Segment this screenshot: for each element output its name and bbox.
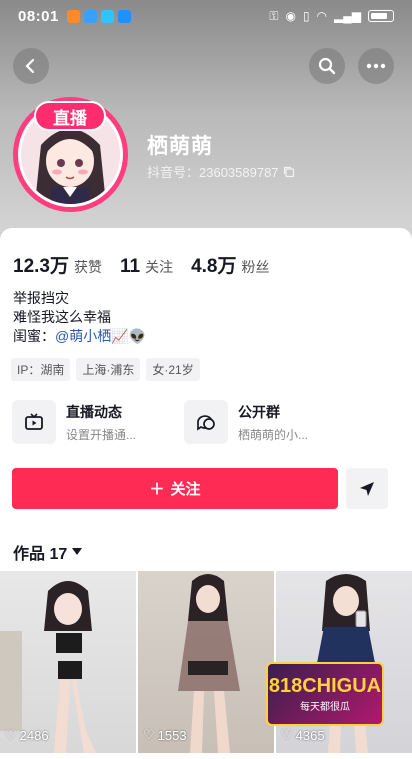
video-thumbnail[interactable]: ♡ 1553 xyxy=(138,571,274,753)
follow-button[interactable]: ＋ 关注 xyxy=(12,468,338,509)
app-notification-icon xyxy=(117,9,131,23)
bio-line: 举报挡灾 xyxy=(13,290,69,306)
tag-location: 上海·浦东 xyxy=(76,358,141,381)
battery-icon xyxy=(368,10,394,22)
signal-icon: ▂▄▆ xyxy=(334,9,361,23)
public-group-entry[interactable]: 公开群 栖萌萌的小... xyxy=(184,400,308,444)
video-thumbnail[interactable]: ♡ 2486 xyxy=(0,571,136,753)
stat-label: 获赞 xyxy=(73,259,102,275)
heart-icon: ♡ xyxy=(5,727,17,742)
group-chat-icon xyxy=(184,400,228,444)
douyin-id[interactable]: 抖音号：23603589787 xyxy=(147,162,295,181)
share-button[interactable] xyxy=(346,468,388,509)
chevron-left-icon xyxy=(25,58,35,74)
app-notification-icon xyxy=(83,9,97,23)
status-bar: 08:01 ⚿ ◉ ▯ ◠ ▂▄▆ xyxy=(0,0,412,32)
system-icons: ⚿ ◉ ▯ ◠ ▂▄▆ xyxy=(269,9,394,24)
bio-emoji: 📈👽 xyxy=(111,328,147,344)
video-cover-image xyxy=(0,581,96,753)
send-icon xyxy=(360,481,374,496)
watermark-brand: 818CHIGUA xyxy=(268,675,382,697)
watermark-tagline: 每天都很瓜 xyxy=(300,702,350,713)
bio-line: 闺蜜：@萌小栖📈👽 xyxy=(13,327,146,346)
app-notification-icon xyxy=(66,9,80,23)
stat-label: 粉丝 xyxy=(241,259,270,275)
more-button[interactable] xyxy=(358,48,394,84)
bio: 举报挡灾 难怪我这么幸福 闺蜜：@萌小栖📈👽 xyxy=(13,289,146,346)
stat-label: 关注 xyxy=(145,259,174,275)
stats-row: 12.3万 获赞 11 关注 4.8万 粉丝 xyxy=(13,251,288,278)
profile-tags: IP：湖南 上海·浦东 女·21岁 xyxy=(11,358,200,381)
watermark-overlay: 818CHIGUA 每天都很瓜 xyxy=(266,662,384,726)
key-icon: ⚿ xyxy=(269,8,279,23)
app-notification-icon xyxy=(100,9,114,23)
feature-subtitle: 栖萌萌的小... xyxy=(238,427,309,442)
vibrate-icon: ▯ xyxy=(302,9,310,23)
stat-value: 11 xyxy=(119,256,141,277)
feature-title: 直播动态 xyxy=(66,403,122,420)
like-count-text: 1553 xyxy=(157,727,187,743)
bio-line: 难怪我这么幸福 xyxy=(13,309,111,325)
heart-icon: ♡ xyxy=(281,727,293,742)
like-count: ♡ 1553 xyxy=(143,727,187,743)
wifi-icon: ◠ xyxy=(316,9,328,23)
tag-ip: IP：湖南 xyxy=(11,358,71,381)
tag-gender-age: 女·21岁 xyxy=(146,358,200,381)
tab-works[interactable]: 作品 17 xyxy=(13,540,83,564)
stat-following[interactable]: 11 关注 xyxy=(120,256,173,278)
nickname: 栖萌萌 xyxy=(147,135,213,158)
feature-subtitle: 设置开播通... xyxy=(66,427,137,442)
eye-icon: ◉ xyxy=(285,9,296,23)
live-updates-entry[interactable]: 直播动态 设置开播通... xyxy=(12,400,136,444)
stat-likes[interactable]: 12.3万 获赞 xyxy=(13,251,102,278)
like-count: ♡ 2486 xyxy=(5,727,49,743)
status-time: 08:01 xyxy=(18,7,59,25)
search-icon xyxy=(318,57,336,75)
bio-prefix: 闺蜜： xyxy=(13,328,55,344)
stat-value: 4.8万 xyxy=(191,256,237,277)
plus-icon: ＋ xyxy=(149,481,165,498)
stat-followers[interactable]: 4.8万 粉丝 xyxy=(191,251,269,278)
more-icon xyxy=(366,63,386,69)
heart-icon: ♡ xyxy=(143,727,155,742)
feature-title: 公开群 xyxy=(238,403,280,420)
mention-link[interactable]: @萌小栖 xyxy=(55,328,111,344)
copy-icon xyxy=(283,166,294,177)
works-label: 作品 17 xyxy=(13,546,68,563)
caret-down-icon xyxy=(72,548,83,555)
like-count-text: 2486 xyxy=(19,727,49,743)
search-button[interactable] xyxy=(309,48,345,84)
back-button[interactable] xyxy=(13,48,49,84)
follow-label: 关注 xyxy=(170,481,201,498)
video-cover-image xyxy=(178,574,240,753)
tv-icon xyxy=(12,400,56,444)
live-badge[interactable]: 直播 xyxy=(34,101,106,131)
like-count-text: 4365 xyxy=(295,727,325,743)
like-count: ♡ 4365 xyxy=(281,727,325,743)
stat-value: 12.3万 xyxy=(13,256,69,277)
douyin-id-text: 抖音号：23603589787 xyxy=(147,165,279,180)
notification-icons xyxy=(66,9,131,23)
